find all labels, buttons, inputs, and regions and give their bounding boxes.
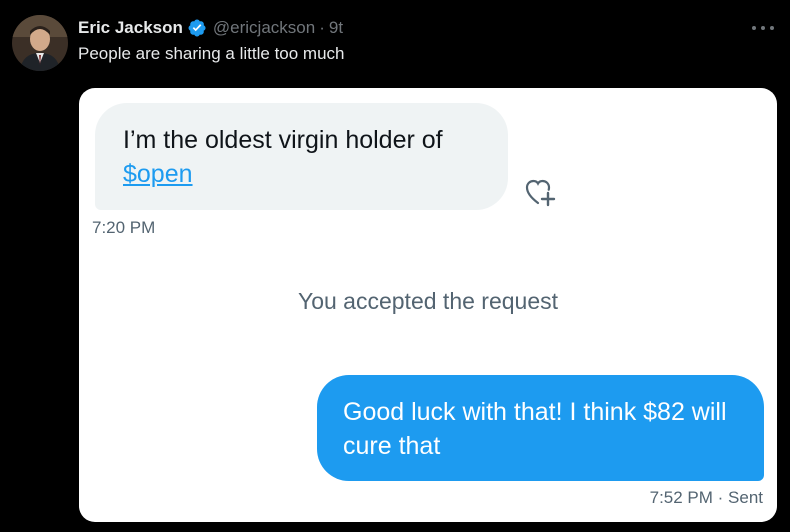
cashtag-link[interactable]: $open [123,157,480,191]
outgoing-message-text: Good luck with that! I think $82 will cu… [343,398,727,460]
separator: · [319,18,325,37]
tweet-media-screenshot[interactable]: I’m the oldest virgin holder of $open 7:… [79,88,777,522]
tweet-header: Eric Jackson @ericjackson · 9t [78,16,343,40]
tweet-time[interactable]: 9t [329,18,343,38]
tweet: Eric Jackson @ericjackson · 9t People ar… [0,0,790,532]
incoming-timestamp: 7:20 PM [92,218,156,237]
outgoing-timestamp: 7:52 PM · Sent [649,488,763,507]
system-message: You accepted the request [297,288,559,314]
add-reaction-icon[interactable] [524,176,558,208]
avatar[interactable] [12,15,68,71]
incoming-message-text: I’m the oldest virgin holder of [123,126,443,154]
incoming-message-bubble: I’m the oldest virgin holder of $open [95,103,508,210]
outgoing-message-bubble: Good luck with that! I think $82 will cu… [317,375,764,481]
tweet-text: People are sharing a little too much [78,44,345,63]
author-name[interactable]: Eric Jackson [78,18,183,38]
more-options-icon[interactable] [752,18,774,38]
verified-badge-icon [187,18,207,38]
author-handle[interactable]: @ericjackson [213,18,315,38]
